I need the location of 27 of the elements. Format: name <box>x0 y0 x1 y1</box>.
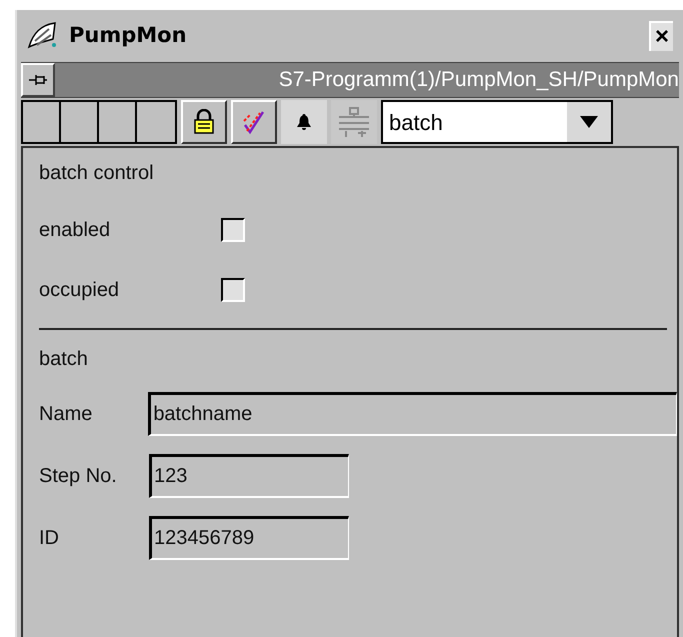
toolbar-button[interactable] <box>231 100 277 144</box>
checkbox[interactable] <box>221 218 245 242</box>
checkbox-label: occupied <box>39 278 120 303</box>
text-field[interactable]: 123456789 <box>149 516 349 560</box>
field-label: Step No. <box>39 464 118 489</box>
object-path: S7-Programm(1)/PumpMon_SH/PumpMon <box>278 67 679 94</box>
toolbar-button[interactable] <box>281 100 327 144</box>
sliders-icon <box>337 105 371 139</box>
section-heading: batch control <box>39 161 154 186</box>
text-field[interactable]: batchname <box>148 392 677 436</box>
field-label: Name <box>39 402 94 427</box>
window-title: PumpMon <box>69 22 187 50</box>
section-heading: batch <box>39 347 88 372</box>
close-button[interactable]: × <box>649 21 673 51</box>
padlock-icon <box>192 109 216 135</box>
view-dropdown[interactable]: batch <box>381 100 613 144</box>
pin-button[interactable] <box>21 63 55 97</box>
pump-logo-icon <box>27 21 59 51</box>
dropdown-arrow-icon <box>580 116 598 128</box>
checkmark-icon <box>241 109 267 135</box>
checkbox-label: enabled <box>39 218 112 243</box>
text-field[interactable]: 123 <box>149 454 349 498</box>
field-label: ID <box>39 526 60 551</box>
toolbar-button[interactable] <box>181 100 227 144</box>
pin-icon <box>28 73 48 87</box>
bell-icon <box>296 113 312 131</box>
checkbox[interactable] <box>221 278 245 302</box>
